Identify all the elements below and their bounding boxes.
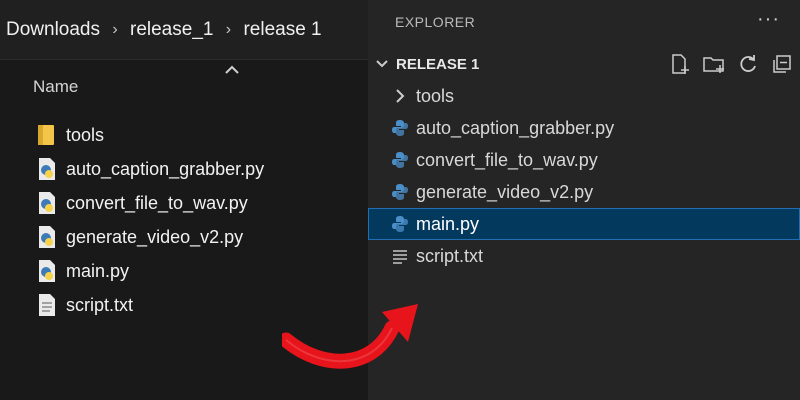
folder-name: RELEASE 1 <box>396 55 480 73</box>
file-tree: tools auto_caption_grabber.py convert_fi… <box>368 80 800 272</box>
python-file-icon <box>39 226 55 248</box>
chevron-right-icon[interactable] <box>390 86 410 106</box>
file-name: convert_file_to_wav.py <box>66 192 248 213</box>
tree-item[interactable]: script.txt <box>368 240 800 272</box>
file-name: tools <box>66 124 105 145</box>
panel-title: EXPLORER <box>395 14 476 30</box>
python-icon <box>392 152 408 168</box>
python-icon <box>392 184 408 200</box>
breadcrumb: Downloads › release_1 › release 1 <box>0 0 368 60</box>
tree-item[interactable]: generate_video_v2.py <box>368 176 800 208</box>
chevron-right-icon[interactable]: › <box>213 21 243 39</box>
python-icon <box>392 216 408 232</box>
list-item[interactable]: generate_video_v2.py <box>0 220 368 254</box>
list-item[interactable]: convert_file_to_wav.py <box>0 186 368 220</box>
breadcrumb-release-1-sub[interactable]: release 1 <box>243 19 321 41</box>
tree-item[interactable]: auto_caption_grabber.py <box>368 112 800 144</box>
vscode-explorer-panel: EXPLORER ··· RELEASE 1 tools auto_captio… <box>368 0 800 400</box>
tree-item[interactable]: convert_file_to_wav.py <box>368 144 800 176</box>
python-file-icon <box>39 260 55 282</box>
refresh-icon[interactable] <box>736 52 760 76</box>
new-folder-icon[interactable] <box>702 52 726 76</box>
python-file-icon <box>39 158 55 180</box>
file-name: auto_caption_grabber.py <box>66 158 265 179</box>
chevron-down-icon[interactable] <box>372 54 392 74</box>
red-arrow-icon <box>282 304 418 369</box>
more-actions-icon[interactable]: ··· <box>757 8 780 31</box>
tree-item-selected[interactable]: main.py <box>368 208 800 240</box>
tree-item-tools[interactable]: tools <box>368 80 800 112</box>
folder-section-header[interactable]: RELEASE 1 <box>368 50 800 78</box>
tree-item-label: auto_caption_grabber.py <box>416 117 615 138</box>
folder-icon <box>38 125 54 145</box>
breadcrumb-release-1[interactable]: release_1 <box>130 19 213 41</box>
file-name: generate_video_v2.py <box>66 226 244 247</box>
text-file-icon <box>39 294 55 316</box>
new-file-icon[interactable] <box>668 52 692 76</box>
folder-actions <box>668 52 794 76</box>
tree-item-label: main.py <box>416 213 480 234</box>
tree-item-label: tools <box>416 85 455 106</box>
tree-item-label: convert_file_to_wav.py <box>416 149 598 170</box>
tree-item-label: script.txt <box>416 245 484 266</box>
tree-item-label: generate_video_v2.py <box>416 181 594 202</box>
list-item[interactable]: tools <box>0 118 368 152</box>
breadcrumb-downloads[interactable]: Downloads <box>6 19 100 41</box>
file-name: script.txt <box>66 294 134 315</box>
text-lines-icon <box>393 250 407 264</box>
python-file-icon <box>39 192 55 214</box>
list-item[interactable]: main.py <box>0 254 368 288</box>
sort-ascending-icon[interactable] <box>222 60 242 80</box>
list-item[interactable]: auto_caption_grabber.py <box>0 152 368 186</box>
collapse-all-icon[interactable] <box>770 52 794 76</box>
name-column-header[interactable]: Name <box>33 77 78 97</box>
file-name: main.py <box>66 260 130 281</box>
chevron-right-icon[interactable]: › <box>100 21 130 39</box>
python-icon <box>392 120 408 136</box>
